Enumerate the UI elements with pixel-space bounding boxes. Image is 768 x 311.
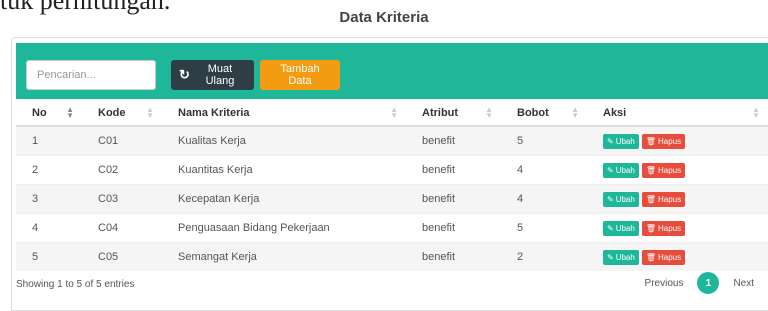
entries-info: Showing 1 to 5 of 5 entries: [16, 279, 135, 290]
next-page-button[interactable]: Next: [733, 278, 754, 289]
table-row: 4 C04 Penguasaan Bidang Pekerjaan benefi…: [16, 213, 768, 243]
cell-atribut: benefit: [406, 184, 501, 214]
delete-button[interactable]: 🗑 Hapus: [641, 162, 686, 178]
page-1-button[interactable]: 1: [697, 272, 720, 294]
criteria-table: No ▲ ▼ Kode ▲ ▼ Nama Kriteria ▲ ▼ Atribut ▲ ▼ Bo…: [16, 101, 768, 271]
sort-icon: ▲ ▼: [146, 105, 154, 120]
reload-button[interactable]: ↻ Muat Ulang: [171, 60, 254, 90]
cell-nama-kriteria: Semangat Kerja: [162, 242, 406, 271]
trash-icon: 🗑: [645, 223, 656, 233]
cell-bobot: 4: [501, 155, 587, 185]
table-row: 1 C01 Kualitas Kerja benefit 5 ✎ Ubah 🗑 Ha…: [16, 125, 768, 156]
edit-button[interactable]: ✎ Ubah: [603, 220, 639, 236]
sort-icon: ▲ ▼: [752, 105, 760, 120]
cell-nama-kriteria: Kuantitas Kerja: [162, 155, 406, 185]
cell-no: 3: [16, 184, 82, 214]
cell-atribut: benefit: [406, 125, 501, 156]
edit-icon: ✎: [607, 194, 614, 204]
cell-no: 1: [16, 125, 82, 156]
column-header-nama-kriteria[interactable]: Nama Kriteria ▲ ▼: [162, 101, 406, 127]
trash-icon: 🗑: [645, 165, 656, 175]
edit-button[interactable]: ✎ Ubah: [603, 162, 639, 178]
delete-button[interactable]: 🗑 Hapus: [641, 191, 686, 207]
cell-aksi: ✎ Ubah 🗑 Hapus: [587, 213, 768, 243]
edit-button[interactable]: ✎ Ubah: [603, 191, 639, 207]
column-header-bobot[interactable]: Bobot ▲ ▼: [501, 101, 587, 127]
sort-icon: ▲ ▼: [390, 105, 398, 120]
previous-page-button[interactable]: Previous: [645, 278, 684, 289]
cell-atribut: benefit: [406, 213, 501, 243]
sort-icon: ▲ ▼: [485, 105, 493, 120]
cell-kode: C02: [82, 155, 162, 185]
cell-aksi: ✎ Ubah 🗑 Hapus: [587, 155, 768, 185]
search-input[interactable]: [26, 60, 156, 90]
column-header-kode[interactable]: Kode ▲ ▼: [82, 101, 162, 127]
cell-bobot: 5: [501, 213, 587, 243]
cell-kode: C01: [82, 125, 162, 156]
cell-bobot: 5: [501, 125, 587, 156]
edit-icon: ✎: [607, 165, 614, 175]
cell-no: 2: [16, 155, 82, 185]
delete-button[interactable]: 🗑 Hapus: [641, 249, 686, 265]
table-row: 3 C03 Kecepatan Kerja benefit 4 ✎ Ubah 🗑 H…: [16, 184, 768, 214]
cell-no: 5: [16, 242, 82, 271]
delete-button[interactable]: 🗑 Hapus: [641, 133, 686, 149]
sort-icon: ▲ ▼: [571, 105, 579, 120]
trash-icon: 🗑: [645, 136, 656, 146]
cell-bobot: 4: [501, 184, 587, 214]
edit-button[interactable]: ✎ Ubah: [603, 133, 639, 149]
delete-button[interactable]: 🗑 Hapus: [641, 220, 686, 236]
table-row: 2 C02 Kuantitas Kerja benefit 4 ✎ Ubah 🗑 H…: [16, 155, 768, 185]
add-data-button[interactable]: Tambah Data: [260, 60, 340, 90]
cell-aksi: ✎ Ubah 🗑 Hapus: [587, 242, 768, 271]
table-row: 5 C05 Semangat Kerja benefit 2 ✎ Ubah 🗑 Ha…: [16, 242, 768, 271]
cell-nama-kriteria: Penguasaan Bidang Pekerjaan: [162, 213, 406, 243]
cell-nama-kriteria: Kecepatan Kerja: [162, 184, 406, 214]
cell-kode: C05: [82, 242, 162, 271]
edit-button[interactable]: ✎ Ubah: [603, 249, 639, 265]
cell-kode: C03: [82, 184, 162, 214]
cell-no: 4: [16, 213, 82, 243]
edit-icon: ✎: [607, 136, 614, 146]
cell-atribut: benefit: [406, 242, 501, 271]
sort-asc-icon: ▲ ▼: [66, 105, 74, 120]
cell-bobot: 2: [501, 242, 587, 271]
refresh-icon: ↻: [179, 67, 190, 82]
cell-atribut: benefit: [406, 155, 501, 185]
column-header-no[interactable]: No ▲ ▼: [16, 101, 82, 127]
page-title: Data Kriteria: [339, 9, 429, 26]
table-header-row: No ▲ ▼ Kode ▲ ▼ Nama Kriteria ▲ ▼ Atribut ▲ ▼ Bo…: [16, 101, 768, 127]
trash-icon: 🗑: [645, 252, 656, 262]
reload-button-label: Muat Ulang: [205, 63, 235, 87]
trash-icon: 🗑: [645, 194, 656, 204]
pagination: Previous 1 Next: [645, 272, 754, 294]
cell-kode: C04: [82, 213, 162, 243]
column-header-aksi[interactable]: Aksi ▲ ▼: [587, 101, 768, 127]
edit-icon: ✎: [607, 223, 614, 233]
cell-nama-kriteria: Kualitas Kerja: [162, 125, 406, 156]
cell-aksi: ✎ Ubah 🗑 Hapus: [587, 184, 768, 214]
toolbar: ↻ Muat Ulang Tambah Data: [16, 43, 768, 99]
column-header-atribut[interactable]: Atribut ▲ ▼: [406, 101, 501, 127]
cell-aksi: ✎ Ubah 🗑 Hapus: [587, 125, 768, 156]
edit-icon: ✎: [607, 252, 614, 262]
